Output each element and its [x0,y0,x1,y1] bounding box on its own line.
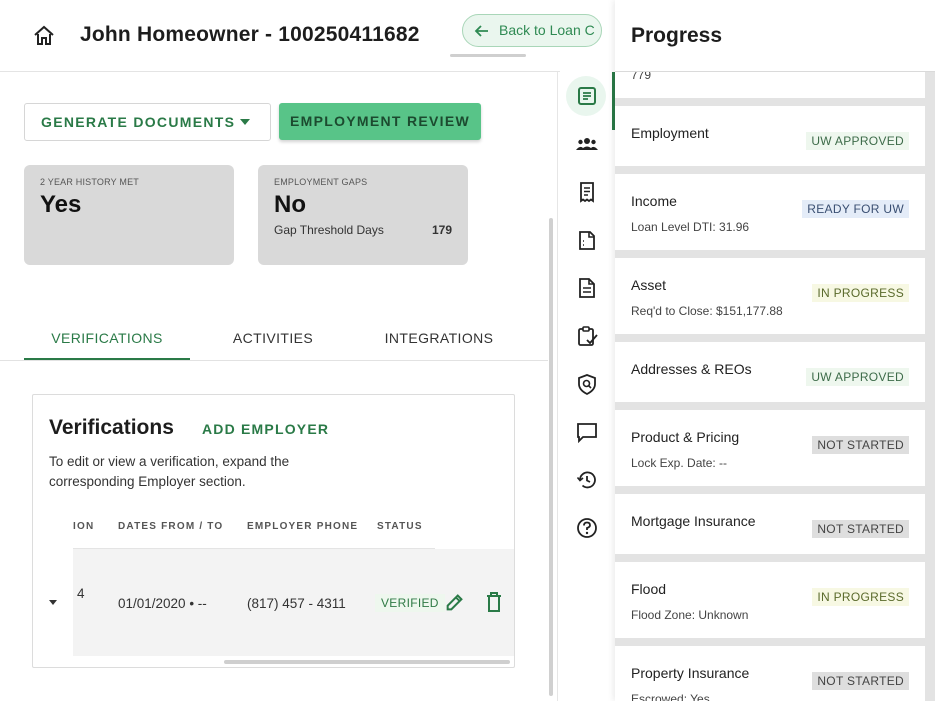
status-badge: UW APPROVED [806,132,909,150]
add-employer-button[interactable]: ADD EMPLOYER [202,421,329,437]
generate-documents-button[interactable]: GENERATE DOCUMENTS [24,103,271,141]
active-tab-indicator [24,358,190,360]
status-badge: NOT STARTED [812,672,909,690]
progress-title: Progress [631,24,723,47]
help-icon[interactable] [576,517,598,539]
progress-item-property-insurance[interactable]: Property Insurance Escrowed: Yes NOT STA… [615,646,925,701]
progress-item-sub: Flood Zone: Unknown [631,608,749,622]
progress-item-product-pricing[interactable]: Product & Pricing Lock Exp. Date: -- NOT… [615,410,925,486]
tab-verifications[interactable]: VERIFICATIONS [24,330,190,346]
row-phone-cell: (817) 457 - 4311 [247,596,346,611]
progress-item-flood[interactable]: Flood Flood Zone: Unknown IN PROGRESS [615,562,925,638]
progress-item-mortgage-insurance[interactable]: Mortgage Insurance NOT STARTED [615,494,925,554]
shield-search-icon[interactable] [576,373,598,395]
gaps-value: No [274,191,306,218]
progress-item-label: Asset [631,277,667,293]
tab-integrations[interactable]: INTEGRATIONS [356,330,522,346]
progress-item-sub: Lock Exp. Date: -- [631,456,728,470]
verifications-title: Verifications [49,416,174,439]
progress-scrollbar[interactable] [926,72,935,701]
status-badge: IN PROGRESS [812,588,909,606]
home-icon[interactable] [31,24,57,48]
page-title: John Homeowner - 100250411682 [80,23,420,46]
progress-item-income[interactable]: Income Loan Level DTI: 31.96 READY FOR U… [615,174,925,250]
history-card: 2 YEAR HISTORY MET Yes [24,165,234,265]
history-label: 2 YEAR HISTORY MET [40,177,139,187]
progress-item-addresses[interactable]: Addresses & REOs UW APPROVED [615,342,925,402]
gaps-label: EMPLOYMENT GAPS [274,177,368,187]
tabs-divider [0,360,548,361]
main-vertical-scrollbar[interactable] [549,218,553,696]
progress-item-label: Income [631,193,677,209]
progress-item-sub: Escrowed: Yes [631,692,710,701]
progress-item-label: Flood [631,581,667,597]
progress-icon[interactable] [576,85,598,107]
document-icon[interactable] [576,229,598,251]
arrow-left-icon [474,25,488,37]
delete-icon[interactable] [484,591,504,613]
receipt-icon[interactable] [576,181,598,203]
rail-divider [557,72,558,701]
status-badge: NOT STARTED [812,520,909,538]
progress-item-label: Addresses & REOs [631,361,752,377]
table-horizontal-scrollbar[interactable] [224,660,510,664]
progress-item-sub: Loan Level DTI: 31.96 [631,220,750,234]
gap-threshold-value: 179 [432,223,453,237]
status-badge: NOT STARTED [812,436,909,454]
progress-item-label: Product & Pricing [631,429,740,445]
column-header-status[interactable]: STATUS [377,521,423,532]
verifications-description: To edit or view a verification, expand t… [49,454,290,489]
header-divider [0,71,560,72]
chevron-down-icon[interactable] [240,119,250,125]
progress-item-label: Mortgage Insurance [631,513,756,529]
header-scrollbar[interactable] [450,54,526,57]
progress-item-employment[interactable]: Employment UW APPROVED [615,106,925,166]
progress-item-sub: Req'd to Close: $151,177.88 [631,304,783,318]
row-dates-cell: 01/01/2020 • -- [118,596,207,611]
chat-icon[interactable] [576,421,598,443]
column-header-phone[interactable]: EMPLOYER PHONE [247,521,358,532]
status-badge: UW APPROVED [806,368,909,386]
history-value: Yes [40,191,82,218]
column-header-dates[interactable]: DATES FROM / TO [118,521,223,532]
checklist-icon[interactable] [576,325,598,347]
tab-activities[interactable]: ACTIVITIES [190,330,356,346]
status-badge: VERIFIED [375,594,445,612]
gaps-card: EMPLOYMENT GAPS No Gap Threshold Days 17… [258,165,468,265]
expand-row-icon[interactable] [49,600,57,605]
row-partial-cell: 4 [77,586,85,601]
status-badge: READY FOR UW [802,200,909,218]
progress-item-label: Property Insurance [631,665,750,681]
status-badge: IN PROGRESS [812,284,909,302]
progress-item-label: Employment [631,125,709,141]
gap-threshold-label: Gap Threshold Days [274,223,384,237]
edit-icon[interactable] [444,591,466,613]
people-icon[interactable] [576,133,598,155]
file-icon[interactable] [576,277,598,299]
column-header-position[interactable]: ION [73,521,94,532]
progress-item-asset[interactable]: Asset Req'd to Close: $151,177.88 IN PRO… [615,258,925,334]
employment-review-button[interactable]: EMPLOYMENT REVIEW [279,103,481,140]
history-icon[interactable] [576,469,598,491]
